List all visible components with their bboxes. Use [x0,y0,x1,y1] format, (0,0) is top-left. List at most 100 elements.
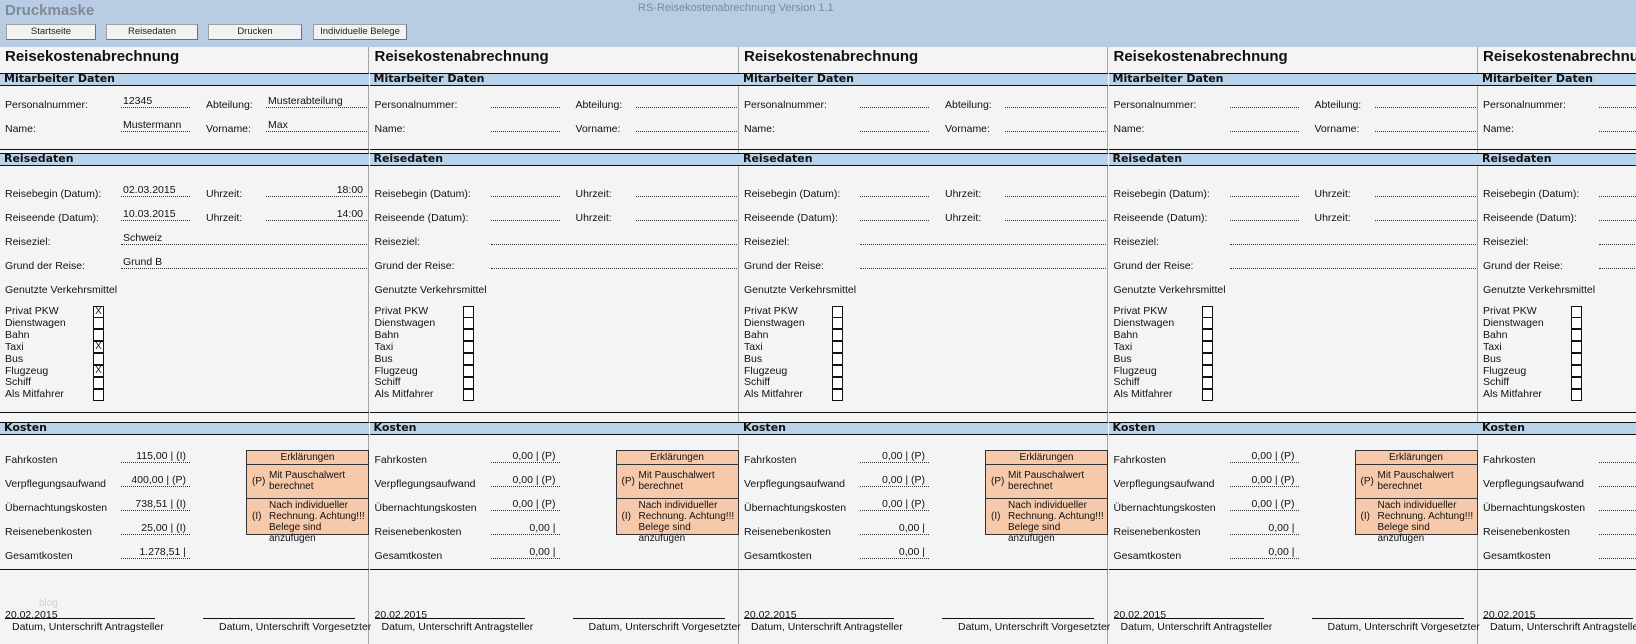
uhrzeit-field[interactable] [1005,208,1106,221]
cost-value[interactable]: 400,00 | (P) [121,474,190,487]
transport-checkbox[interactable]: X [93,365,104,377]
reiseende-date-field[interactable]: 10.03.2015 [121,208,190,221]
transport-checkbox[interactable]: X [93,341,104,354]
transport-checkbox[interactable] [1571,353,1582,366]
transport-checkbox[interactable] [1201,388,1213,401]
cost-value[interactable]: 0,00 | [860,546,929,559]
transport-checkbox[interactable] [1201,305,1213,318]
grund-field[interactable]: Grund B [121,256,367,269]
name-field[interactable] [490,119,560,132]
transport-checkbox[interactable] [1571,376,1582,389]
abteilung-field[interactable] [635,95,737,108]
transport-checkbox[interactable] [832,353,843,366]
reiseziel-field[interactable] [490,232,737,245]
reiseende-date-field[interactable] [860,208,929,221]
transport-checkbox[interactable] [1201,341,1213,354]
transport-checkbox[interactable] [462,353,474,366]
vorname-field[interactable] [1374,119,1476,132]
abteilung-field[interactable]: Musterabteilung [266,95,367,108]
cost-value[interactable]: 0,00 | [860,522,929,535]
name-field[interactable] [1599,119,1636,132]
uhrzeit-field[interactable]: 14:00 [266,208,367,221]
cost-value[interactable]: 738,51 | (I) [121,498,190,511]
reisedaten-button[interactable]: Reisedaten [106,24,198,40]
cost-value[interactable]: 0,00 | (P) [490,450,560,463]
transport-checkbox[interactable] [462,365,474,377]
reiseziel-field[interactable] [1229,232,1476,245]
transport-checkbox[interactable] [462,388,474,401]
reisebegin-date-field[interactable] [860,184,929,197]
cost-value[interactable]: 0,00 [1599,522,1636,535]
reiseziel-field[interactable]: Schweiz [121,232,367,245]
name-field[interactable]: Mustermann [121,119,190,132]
transport-checkbox[interactable] [1571,317,1582,330]
transport-checkbox[interactable] [93,388,104,401]
transport-checkbox[interactable] [1571,341,1582,354]
transport-checkbox[interactable] [1201,353,1213,366]
cost-value[interactable]: 0,00 | [1599,474,1636,487]
cost-value[interactable]: 0,00 | [490,522,560,535]
transport-checkbox[interactable] [1571,329,1582,342]
cost-value[interactable]: 0,00 | [1229,522,1299,535]
transport-checkbox[interactable] [832,388,843,401]
transport-checkbox[interactable] [1571,365,1582,377]
transport-checkbox[interactable] [832,305,843,318]
personalnummer-field[interactable] [860,95,929,108]
cost-value[interactable]: 0,00 | [1599,498,1636,511]
drucken-button[interactable]: Drucken [208,24,302,40]
transport-checkbox[interactable] [832,341,843,354]
reisebegin-date-field[interactable]: 02.03.2015 [121,184,190,197]
reiseende-date-field[interactable] [1229,208,1299,221]
grund-field[interactable] [1229,256,1476,269]
name-field[interactable] [860,119,929,132]
transport-checkbox[interactable] [462,305,474,318]
cost-value[interactable]: 0,00 | (P) [1229,450,1299,463]
transport-checkbox[interactable] [832,376,843,389]
cost-value[interactable]: 0,00 | (P) [490,474,560,487]
cost-value[interactable]: 115,00 | (I) [121,450,190,463]
transport-checkbox[interactable] [462,341,474,354]
reiseende-date-field[interactable] [1599,208,1636,221]
transport-checkbox[interactable] [1571,388,1582,401]
uhrzeit-field[interactable] [1005,184,1106,197]
startseite-button[interactable]: Startseite [6,24,96,40]
transport-checkbox[interactable] [1201,317,1213,330]
abteilung-field[interactable] [1374,95,1476,108]
cost-value[interactable]: 0,00 | [490,546,560,559]
name-field[interactable] [1229,119,1299,132]
uhrzeit-field[interactable] [635,184,737,197]
cost-value[interactable]: 0,00 | (P) [1229,474,1299,487]
reiseziel-field[interactable] [1599,232,1636,245]
transport-checkbox[interactable] [462,376,474,389]
reisebegin-date-field[interactable] [490,184,560,197]
personalnummer-field[interactable] [1599,95,1636,108]
uhrzeit-field[interactable] [1374,184,1476,197]
abteilung-field[interactable] [1005,95,1106,108]
cost-value[interactable]: 0,00 | (P) [860,474,929,487]
transport-checkbox[interactable] [462,329,474,342]
grund-field[interactable] [490,256,737,269]
transport-checkbox[interactable] [462,317,474,330]
uhrzeit-field[interactable] [1374,208,1476,221]
reiseende-date-field[interactable] [490,208,560,221]
transport-checkbox[interactable] [1201,376,1213,389]
cost-value[interactable]: 0,00 | (P) [860,498,929,511]
cost-value[interactable]: 0,00 | (P) [490,498,560,511]
personalnummer-field[interactable]: 12345 [121,95,190,108]
vorname-field[interactable] [635,119,737,132]
transport-checkbox[interactable] [93,329,104,342]
reiseziel-field[interactable] [860,232,1106,245]
grund-field[interactable] [860,256,1106,269]
reisebegin-date-field[interactable] [1229,184,1299,197]
transport-checkbox[interactable] [832,365,843,377]
transport-checkbox[interactable] [93,376,104,389]
vorname-field[interactable] [1005,119,1106,132]
reisebegin-date-field[interactable] [1599,184,1636,197]
transport-checkbox[interactable] [832,329,843,342]
transport-checkbox[interactable] [832,317,843,330]
cost-value[interactable]: 0,00 | [1229,546,1299,559]
cost-value[interactable]: 1.278,51 | [121,546,190,559]
personalnummer-field[interactable] [490,95,560,108]
grund-field[interactable] [1599,256,1636,269]
vorname-field[interactable]: Max [266,119,367,132]
